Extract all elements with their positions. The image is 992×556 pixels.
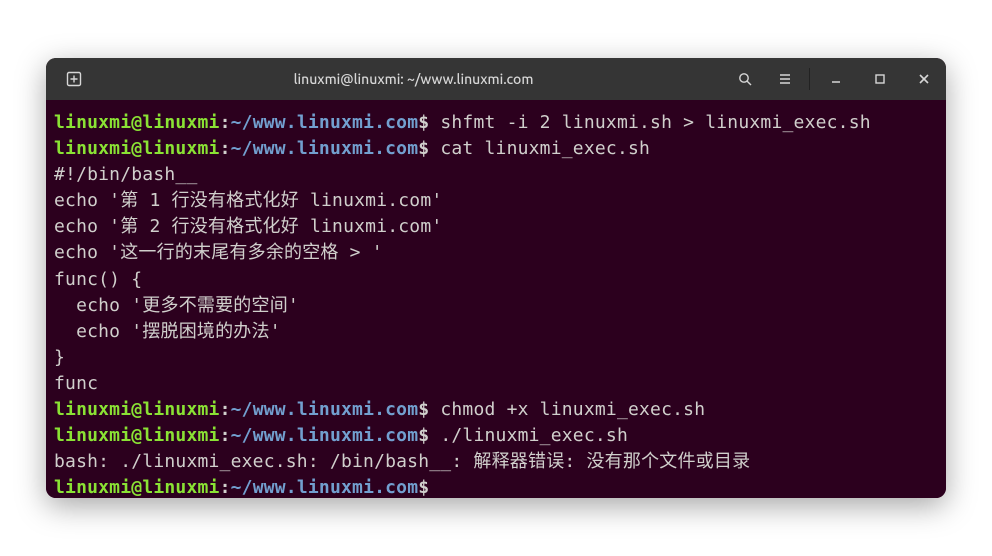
- prompt-user: linuxmi: [54, 112, 131, 133]
- maximize-icon: [874, 73, 886, 85]
- terminal-body[interactable]: linuxmi@linuxmi:~/www.linuxmi.com$ shfmt…: [46, 100, 946, 498]
- titlebar-separator: [809, 68, 810, 90]
- prompt-user: linuxmi: [54, 425, 131, 446]
- prompt-host: linuxmi: [142, 425, 219, 446]
- prompt-at: @: [131, 112, 142, 133]
- prompt-at: @: [131, 477, 142, 498]
- command-text: cat linuxmi_exec.sh: [429, 138, 650, 159]
- prompt-path: ~/www.linuxmi.com: [231, 138, 419, 159]
- prompt-dollar: $: [418, 399, 429, 420]
- window-title: linuxmi@linuxmi: ~/www.linuxmi.com: [102, 71, 725, 87]
- prompt-dollar: $: [418, 112, 429, 133]
- search-button[interactable]: [725, 64, 765, 94]
- search-icon: [737, 71, 753, 87]
- prompt-dollar: $: [418, 138, 429, 159]
- prompt-at: @: [131, 138, 142, 159]
- close-button[interactable]: [902, 58, 946, 100]
- prompt-user: linuxmi: [54, 138, 131, 159]
- prompt-path: ~/www.linuxmi.com: [231, 425, 419, 446]
- maximize-button[interactable]: [858, 58, 902, 100]
- terminal-window: linuxmi@linuxmi: ~/www.linuxmi.com: [46, 58, 946, 498]
- prompt-colon: :: [220, 112, 231, 133]
- prompt-dollar: $: [418, 477, 429, 498]
- prompt-path: ~/www.linuxmi.com: [231, 112, 419, 133]
- prompt-user: linuxmi: [54, 399, 131, 420]
- prompt-at: @: [131, 399, 142, 420]
- prompt-path: ~/www.linuxmi.com: [231, 477, 419, 498]
- prompt-path: ~/www.linuxmi.com: [231, 399, 419, 420]
- terminal-line: linuxmi@linuxmi:~/www.linuxmi.com$ shfmt…: [54, 110, 938, 136]
- new-tab-icon: [66, 71, 82, 87]
- prompt-dollar: $: [418, 425, 429, 446]
- terminal-line: linuxmi@linuxmi:~/www.linuxmi.com$: [54, 475, 938, 498]
- output-line: }: [54, 345, 938, 371]
- command-text: chmod +x linuxmi_exec.sh: [429, 399, 705, 420]
- output-line: echo '更多不需要的空间': [54, 293, 938, 319]
- terminal-line: linuxmi@linuxmi:~/www.linuxmi.com$ chmod…: [54, 397, 938, 423]
- prompt-colon: :: [220, 477, 231, 498]
- minimize-button[interactable]: [814, 58, 858, 100]
- prompt-colon: :: [220, 399, 231, 420]
- close-icon: [918, 73, 930, 85]
- output-line: echo '第 1 行没有格式化好 linuxmi.com': [54, 188, 938, 214]
- prompt-at: @: [131, 425, 142, 446]
- output-line: echo '这一行的末尾有多余的空格 > ': [54, 240, 938, 266]
- output-line: func: [54, 371, 938, 397]
- output-line: bash: ./linuxmi_exec.sh: /bin/bash__: 解释…: [54, 449, 938, 475]
- minimize-icon: [830, 73, 842, 85]
- prompt-host: linuxmi: [142, 138, 219, 159]
- terminal-line: linuxmi@linuxmi:~/www.linuxmi.com$ ./lin…: [54, 423, 938, 449]
- prompt-host: linuxmi: [142, 399, 219, 420]
- prompt-host: linuxmi: [142, 112, 219, 133]
- menu-button[interactable]: [765, 64, 805, 94]
- output-line: func() {: [54, 267, 938, 293]
- command-text: shfmt -i 2 linuxmi.sh > linuxmi_exec.sh: [429, 112, 870, 133]
- output-line: echo '第 2 行没有格式化好 linuxmi.com': [54, 214, 938, 240]
- prompt-colon: :: [220, 425, 231, 446]
- output-line: echo '摆脱困境的办法': [54, 319, 938, 345]
- command-text: ./linuxmi_exec.sh: [429, 425, 628, 446]
- terminal-line: linuxmi@linuxmi:~/www.linuxmi.com$ cat l…: [54, 136, 938, 162]
- prompt-colon: :: [220, 138, 231, 159]
- prompt-user: linuxmi: [54, 477, 131, 498]
- command-text: [429, 477, 440, 498]
- prompt-host: linuxmi: [142, 477, 219, 498]
- titlebar: linuxmi@linuxmi: ~/www.linuxmi.com: [46, 58, 946, 100]
- hamburger-icon: [777, 71, 793, 87]
- new-tab-button[interactable]: [54, 64, 94, 94]
- output-line: #!/bin/bash__: [54, 162, 938, 188]
